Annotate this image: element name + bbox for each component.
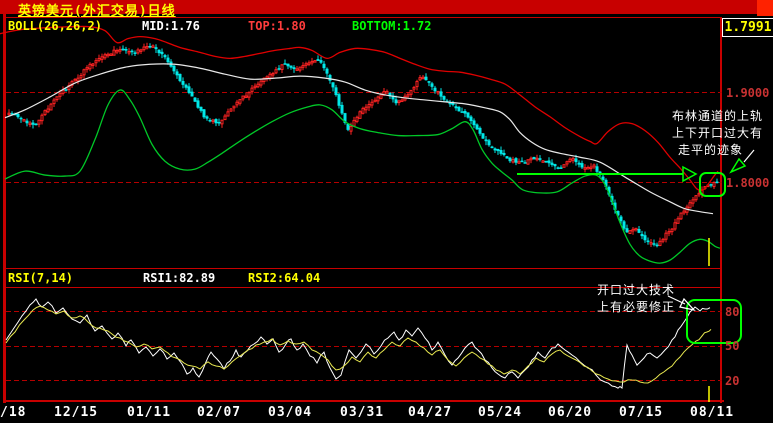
date-label: 02/07 <box>197 405 242 420</box>
price-axis-label: 1.8000 <box>726 176 770 190</box>
boll-indicator-label: BOLL(26,26,2) <box>8 19 102 33</box>
rsi-axis-label: 50 <box>725 339 740 353</box>
date-label: 05/24 <box>478 405 523 420</box>
date-label: 07/15 <box>619 405 664 420</box>
rsi-annotation-line1: 开口过大技术 <box>597 283 676 297</box>
rsi-annotation-line2: 上有必要修正 <box>597 300 676 314</box>
chart-canvas[interactable] <box>0 0 773 423</box>
last-price-box: 1.7991 <box>722 18 773 37</box>
bollinger-annotation-line2: 上下开口过大有 <box>672 126 764 140</box>
date-label: 12/15 <box>54 405 99 420</box>
window-control-button[interactable] <box>757 0 773 16</box>
bollinger-annotation-line1: 布林通道的上轨 <box>672 109 764 123</box>
date-label: 01/11 <box>127 405 172 420</box>
rsi-indicator-label: RSI(7,14) <box>8 271 74 285</box>
boll-top-value: TOP:1.80 <box>248 19 306 33</box>
date-label: 03/31 <box>340 405 385 420</box>
date-label: 08/11 <box>690 405 735 420</box>
app-window: 英镑美元(外汇交易)日线 BOLL(26,26,2) MID:1.76 TOP:… <box>0 0 773 423</box>
boll-bottom-value: BOTTOM:1.72 <box>352 19 432 33</box>
rsi-axis-label: 80 <box>725 305 740 319</box>
rsi1-value: RSI1:82.89 <box>143 271 216 285</box>
window-title: 英镑美元(外汇交易)日线 <box>18 4 176 19</box>
rsi-axis-label: 20 <box>725 374 740 388</box>
date-label: 04/27 <box>408 405 453 420</box>
titlebar: 英镑美元(外汇交易)日线 <box>0 0 773 19</box>
date-label: /18 <box>0 405 27 420</box>
rsi2-value: RSI2:64.04 <box>248 271 321 285</box>
boll-mid-value: MID:1.76 <box>142 19 200 33</box>
price-axis-label: 1.9000 <box>726 86 770 100</box>
date-label: 03/04 <box>268 405 313 420</box>
bollinger-annotation-line3: 走平的迹象 <box>678 143 744 157</box>
date-label: 06/20 <box>548 405 593 420</box>
